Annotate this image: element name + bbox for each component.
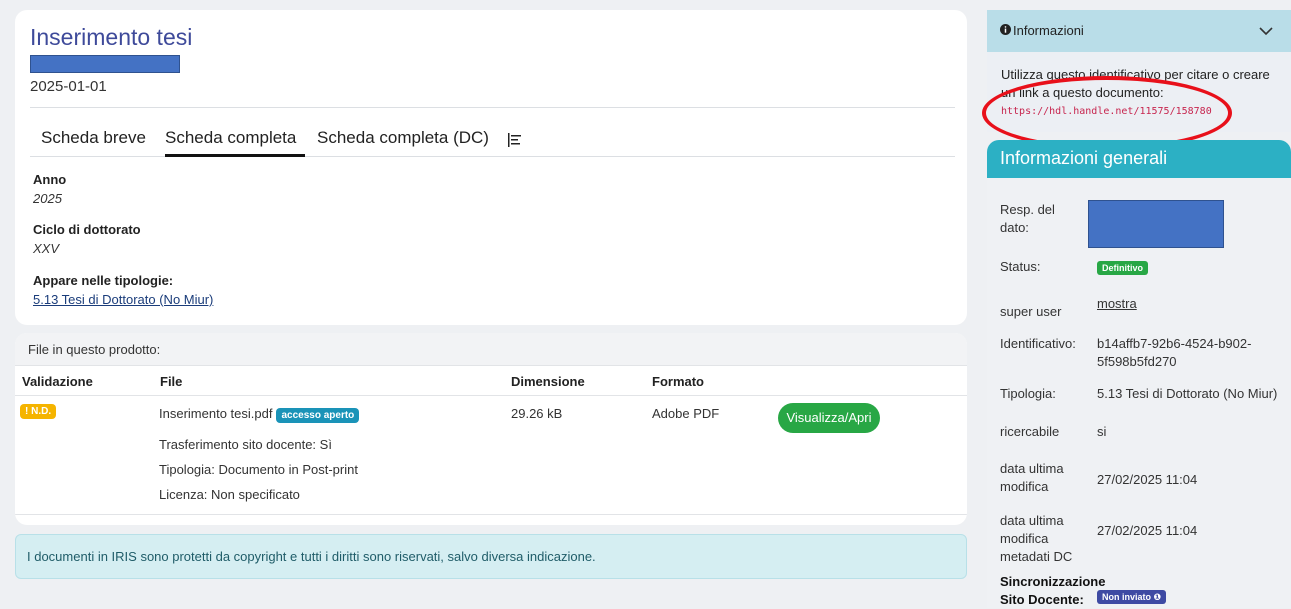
record-card: Inserimento tesi 2025-01-01 Scheda breve… xyxy=(15,10,967,325)
superuser-link[interactable]: mostra xyxy=(1097,295,1137,313)
col-validazione: Validazione xyxy=(22,374,93,389)
status-value: Definitivo xyxy=(1097,258,1149,277)
file-size: 29.26 kB xyxy=(511,406,563,421)
table-bottom-divider xyxy=(15,514,967,515)
anno-label: Anno xyxy=(33,172,67,187)
status-badge: Definitivo xyxy=(1097,261,1149,275)
redacted-responsible xyxy=(1088,200,1224,248)
tipologia-value: 5.13 Tesi di Dottorato (No Miur) xyxy=(1097,386,1278,401)
file-name[interactable]: Inserimento tesi.pdf xyxy=(159,406,272,421)
file-format: Adobe PDF xyxy=(652,406,720,421)
col-file: File xyxy=(160,374,183,389)
resp-label: Resp. del dato: xyxy=(1000,202,1055,235)
validation-badge: ! N.D. xyxy=(20,404,57,419)
file-detail-transfer: Trasferimento sito docente: Sì xyxy=(159,437,332,452)
last-modified-label: data ultima modifica xyxy=(1000,461,1064,494)
info-icon xyxy=(1000,24,1011,35)
files-header-label: File in questo prodotto: xyxy=(28,342,161,357)
superuser-label: super user xyxy=(1000,304,1062,319)
tipologie-label: Appare nelle tipologie: xyxy=(33,273,174,288)
id-value: b14affb7-92b6-4524-b902-5f598b5fd270 xyxy=(1097,336,1252,369)
chevron-down-icon[interactable] xyxy=(1259,27,1273,36)
redacted-author xyxy=(30,55,180,73)
view-open-button[interactable]: Visualizza/Apri xyxy=(778,403,880,433)
sync-badge-label: Non inviato xyxy=(1102,592,1151,602)
tab-scheda-completa-dc[interactable]: Scheda completa (DC) xyxy=(317,128,489,148)
tab-scheda-breve[interactable]: Scheda breve xyxy=(41,128,146,148)
last-modified-value: 27/02/2025 11:04 xyxy=(1097,472,1198,487)
id-label: Identificativo: xyxy=(1000,336,1076,351)
ricercabile-value: si xyxy=(1097,424,1107,439)
copyright-text: I documenti in IRIS sono protetti da cop… xyxy=(27,549,596,564)
tab-scheda-completa[interactable]: Scheda completa xyxy=(165,128,296,148)
status-label: Status: xyxy=(1000,259,1041,274)
tipologia-label: Tipologia: xyxy=(1000,386,1056,401)
red-circle-annotation xyxy=(982,76,1232,150)
page-title: Inserimento tesi xyxy=(30,24,193,50)
list-stats-icon[interactable] xyxy=(507,132,523,148)
sync-value: Non inviato ❶ xyxy=(1097,587,1167,606)
file-detail-type: Tipologia: Documento in Post-print xyxy=(159,462,358,477)
access-badge: accesso aperto xyxy=(276,408,360,423)
table-header-divider xyxy=(15,395,967,396)
col-formato: Formato xyxy=(652,374,704,389)
ricercabile-label: ricercabile xyxy=(1000,424,1060,439)
file-name-cell: Inserimento tesi.pdf accesso aperto xyxy=(159,406,360,423)
sync-badge[interactable]: Non inviato ❶ xyxy=(1097,590,1167,604)
files-header: File in questo prodotto: xyxy=(15,333,967,366)
ciclo-value: XXV xyxy=(33,241,60,256)
col-dimensione: Dimensione xyxy=(511,374,585,389)
tipologie-link[interactable]: 5.13 Tesi di Dottorato (No Miur) xyxy=(33,292,213,307)
last-modified-dc-label: data ultima modifica metadati DC xyxy=(1000,513,1073,564)
file-detail-license: Licenza: Non specificato xyxy=(159,487,300,502)
divider xyxy=(30,107,955,108)
sync-label: Sincronizzazione Sito Docente: xyxy=(1000,574,1106,607)
info-panel-title: Informazioni xyxy=(1013,23,1084,38)
info-panel-header[interactable]: Informazioni xyxy=(987,10,1291,52)
last-modified-dc-value: 27/02/2025 11:04 xyxy=(1097,523,1198,538)
copyright-notice: I documenti in IRIS sono protetti da cop… xyxy=(15,534,967,579)
general-info-title: Informazioni generali xyxy=(1000,148,1168,168)
ciclo-label: Ciclo di dottorato xyxy=(33,222,141,237)
record-date: 2025-01-01 xyxy=(30,78,107,95)
active-tab-indicator xyxy=(165,154,305,157)
anno-value: 2025 xyxy=(33,191,62,206)
general-info-header: Informazioni generali xyxy=(987,140,1291,178)
files-card: File in questo prodotto: Validazione Fil… xyxy=(15,333,967,525)
